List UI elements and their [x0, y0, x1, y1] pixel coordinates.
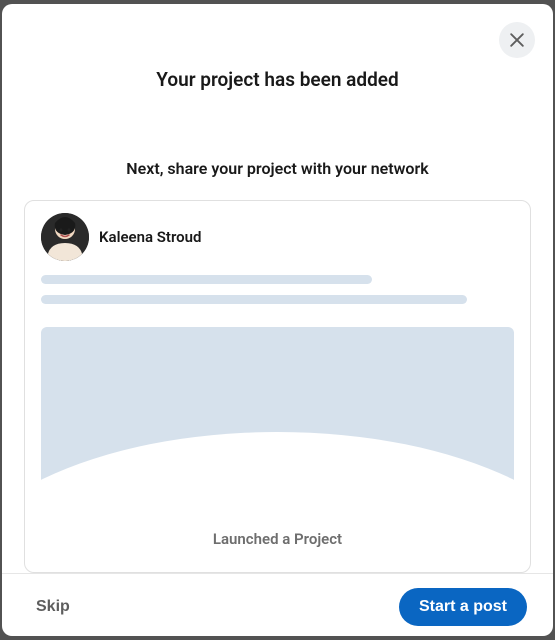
start-post-button[interactable]: Start a post: [399, 588, 527, 626]
skip-button[interactable]: Skip: [32, 592, 74, 622]
modal-title: Your project has been added: [2, 68, 553, 91]
placeholder-text: [25, 269, 530, 327]
placeholder-line: [41, 275, 372, 284]
card-caption: Launched a Project: [25, 512, 530, 572]
avatar: [41, 213, 89, 261]
post-preview-card: Kaleena Stroud Launched a Project: [24, 200, 531, 573]
share-project-modal: Your project has been added Next, share …: [2, 4, 553, 636]
placeholder-line: [41, 295, 467, 304]
modal-subtitle: Next, share your project with your netwo…: [24, 159, 531, 178]
modal-footer: Skip Start a post: [2, 573, 553, 640]
modal-header: Your project has been added: [2, 4, 553, 133]
close-icon: [507, 30, 527, 50]
author-name: Kaleena Stroud: [99, 228, 201, 246]
post-header: Kaleena Stroud: [25, 201, 530, 269]
preview-image-placeholder: [41, 327, 514, 512]
close-button[interactable]: [499, 22, 535, 58]
preview-curve: [41, 432, 514, 512]
modal-body: Next, share your project with your netwo…: [2, 133, 553, 573]
